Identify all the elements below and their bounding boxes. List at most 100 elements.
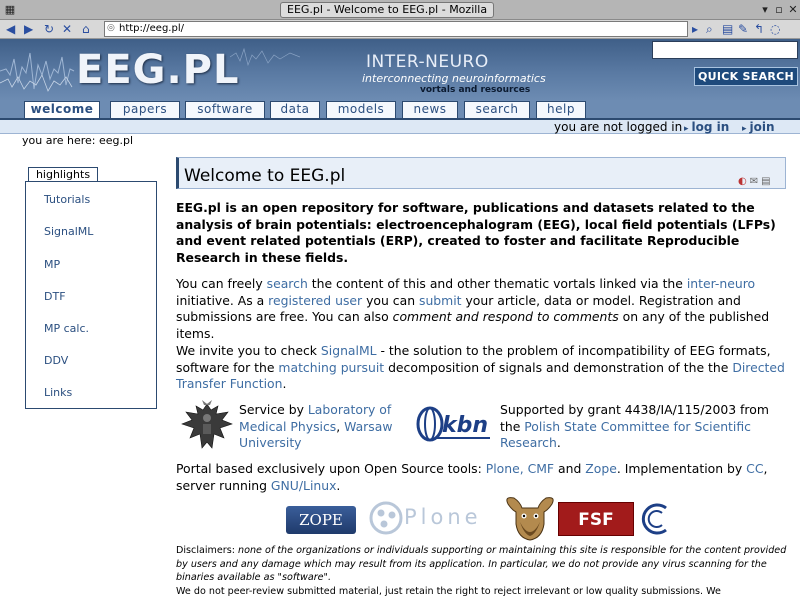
sidebar-item-tutorials[interactable]: Tutorials (44, 193, 90, 206)
join-label: join (749, 120, 775, 134)
signalml-link[interactable]: SignalML (321, 343, 377, 358)
intro-text: EEG.pl is an open repository for softwar… (176, 200, 776, 265)
matching-pursuit-link[interactable]: matching pursuit (278, 360, 384, 375)
shade-icon[interactable]: ▾ (758, 3, 772, 17)
tab-search[interactable]: search (464, 101, 530, 118)
p1-text-4: you can (362, 292, 419, 308)
disclaimer-text: Disclaimers: none of the organizations o… (176, 544, 788, 598)
paragraph-invite: We invite you to check SignalML - the so… (176, 343, 788, 393)
cc-logo-icon[interactable] (638, 500, 674, 538)
quick-search-input[interactable] (652, 41, 798, 59)
portal-text-3: . Implementation by (616, 461, 747, 476)
paragraph-search: You can freely search the content of thi… (176, 276, 788, 342)
portal-text: Portal based exclusively upon Open Sourc… (176, 461, 788, 494)
service-sep: , (336, 418, 345, 434)
tab-papers[interactable]: papers (110, 101, 180, 118)
page-favicon-icon: ◎ (107, 23, 115, 33)
page-title: Welcome to EEG.pl (184, 166, 346, 186)
disclaimer-body: none of the organizations or individuals… (176, 545, 787, 583)
comment-text: comment and respond to comments (392, 309, 619, 324)
highlights-title: highlights (28, 167, 98, 182)
search-link[interactable]: search (267, 276, 308, 291)
login-bar: you are not logged in ▸ log in ▸ join (0, 118, 800, 134)
zope-link[interactable]: Zope (585, 461, 617, 476)
document-actions: ◐✉▤ (738, 176, 774, 187)
maximize-icon[interactable]: ▫ (772, 3, 786, 17)
tab-models[interactable]: models (326, 101, 396, 118)
warsaw-university-eagle-icon[interactable] (180, 398, 234, 456)
tab-help[interactable]: help (536, 101, 586, 118)
p1-text-1: You can freely (176, 276, 267, 291)
print-page-icon[interactable]: ▤ (761, 176, 773, 187)
search-icon[interactable]: ⌕ (706, 21, 713, 37)
inter-neuro-subtitle: interconnecting neuroinformatics (362, 72, 546, 85)
site-logo[interactable]: EEG.PL (76, 47, 239, 93)
window-title: EEG.pl - Welcome to EEG.pl - Mozilla (280, 2, 495, 18)
url-text: http://eeg.pl/ (119, 23, 184, 34)
pdf-icon[interactable]: ◐ (738, 176, 750, 187)
zope-logo-text: ZOPE (299, 511, 343, 529)
home-icon[interactable]: ⌂ (82, 21, 90, 37)
tab-software[interactable]: software (185, 101, 265, 118)
tools-icon[interactable]: ✎ (738, 21, 748, 37)
navigation-toolbar: ◀ ▶ ↻ ✕ ⌂ ◎ http://eeg.pl/ ▸ ⌕ ▤ ✎ ↰ ◌ (0, 20, 800, 39)
sidebar-item-mp[interactable]: MP (44, 258, 60, 271)
service-prefix: Service by (239, 402, 308, 417)
sidebar-item-ddv[interactable]: DDV (44, 354, 68, 367)
forward-icon[interactable]: ▶ (24, 21, 33, 37)
tab-news[interactable]: news (402, 101, 458, 118)
login-link[interactable]: ▸ log in (684, 120, 729, 136)
fsf-logo[interactable]: FSF (558, 502, 634, 536)
inter-neuro-title[interactable]: INTER-NEURO (366, 52, 489, 72)
kbn-logo[interactable]: kbn (414, 404, 494, 446)
sidebar-item-signalml[interactable]: SignalML (44, 225, 93, 238)
plone-logo-text[interactable]: Plone (404, 505, 482, 529)
cc-link[interactable]: CC (746, 461, 763, 476)
join-link[interactable]: ▸ join (742, 120, 775, 136)
plone-cmf-link[interactable]: Plone, CMF (486, 461, 554, 476)
zope-logo[interactable]: ZOPE (286, 506, 356, 534)
inter-neuro-subtitle2: vortals and resources (420, 85, 531, 95)
login-status: you are not logged in (554, 120, 683, 134)
fsf-logo-text: FSF (578, 510, 614, 530)
portal-text-2: and (554, 461, 586, 476)
print-icon[interactable]: ▤ (722, 21, 733, 37)
disclaimer-review: We do not peer-review submitted material… (176, 585, 721, 597)
p2-text-3: decomposition of signals and demonstrati… (384, 359, 733, 375)
arrow-icon: ▸ (742, 124, 747, 134)
quick-search-button[interactable]: QUICK SEARCH (694, 67, 798, 86)
tab-data[interactable]: data (270, 101, 320, 118)
stop-icon[interactable]: ✕ (62, 21, 72, 37)
registered-user-link[interactable]: registered user (268, 293, 362, 308)
gnu-head-icon[interactable] (502, 494, 558, 542)
p2-text-4: . (282, 376, 287, 391)
disclaimer-prefix: Disclaimers: (176, 545, 239, 556)
back-icon[interactable]: ◀ (6, 21, 15, 37)
close-icon[interactable]: ✕ (786, 3, 800, 17)
reload-icon[interactable]: ↻ (44, 21, 54, 37)
sidebar-item-links[interactable]: Links (44, 386, 72, 399)
url-input[interactable]: ◎ http://eeg.pl/ (104, 21, 688, 37)
portal-text-5: . (336, 477, 341, 493)
login-label: log in (691, 120, 730, 134)
polish-committee-link[interactable]: Polish State Committee for Scientific Re… (500, 419, 751, 451)
inter-neuro-link[interactable]: inter-neuro (687, 276, 755, 291)
go-icon[interactable]: ▸ (692, 21, 698, 37)
window-menu-icon[interactable]: ▦ (3, 3, 17, 17)
sidebar-item-mp-calc[interactable]: MP calc. (44, 322, 89, 335)
window-titlebar: ▦ EEG.pl - Welcome to EEG.pl - Mozilla ▾… (0, 0, 800, 20)
home-button-icon[interactable]: ↰ (754, 21, 764, 37)
tab-welcome[interactable]: welcome (24, 101, 100, 119)
mail-icon[interactable]: ✉ (750, 176, 761, 187)
sidebar-item-dtf[interactable]: DTF (44, 290, 66, 303)
throbber-icon: ◌ (770, 22, 781, 36)
breadcrumb: you are here: eeg.pl (22, 134, 134, 147)
support-end: . (556, 435, 561, 450)
service-text: Service by Laboratory of Medical Physics… (239, 402, 409, 452)
kbn-logo-text: kbn (442, 413, 488, 438)
gnu-linux-link[interactable]: GNU/Linux (271, 478, 337, 493)
portal-text-1: Portal based exclusively upon Open Sourc… (176, 461, 486, 476)
p1-text-3: initiative. As a (176, 292, 269, 308)
submit-link[interactable]: submit (419, 293, 462, 308)
support-text: Supported by grant 4438/IA/115/2003 from… (500, 402, 790, 452)
